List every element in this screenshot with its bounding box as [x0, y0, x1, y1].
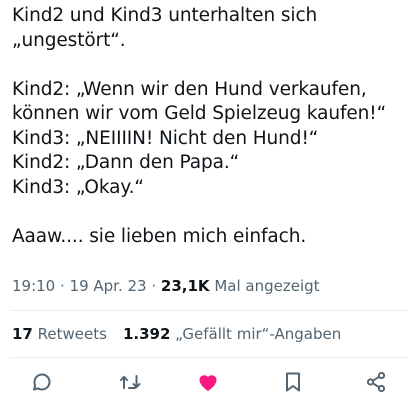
action-bar	[0, 368, 418, 400]
retweet-arrows-icon	[120, 375, 141, 389]
tweet-line: „ungestört“.	[12, 29, 126, 51]
meta-separator: ·	[146, 277, 161, 295]
retweet-button[interactable]	[116, 368, 144, 396]
divider	[10, 357, 408, 358]
engagement-stats: 17 Retweets 1.392 „Gefällt mir“-Angaben	[12, 324, 341, 344]
like-button[interactable]	[194, 368, 222, 396]
reply-button[interactable]	[28, 368, 56, 396]
tweet-line: können wir vom Geld Spielzeug kaufen!“	[12, 103, 387, 124]
tweet-date[interactable]: 19 Apr. 23	[70, 277, 147, 295]
tweet-line: Kind2: „Dann den Papa.“	[12, 152, 240, 173]
tweet-meta: 19:10 · 19 Apr. 23 · 23,1K Mal angezeigt	[12, 276, 320, 296]
bookmark-button[interactable]	[279, 368, 307, 396]
share-nodes-icon	[366, 371, 386, 393]
tweet-line: Kind2: „Wenn wir den Hund verkaufen,	[12, 78, 367, 100]
tweet-line: Kind3: „NEIIIIN! Nicht den Hund!“	[12, 127, 319, 149]
speech-bubble-icon	[33, 373, 51, 391]
divider	[10, 310, 408, 311]
tweet-line: Aaaw.... sie lieben mich einfach.	[12, 225, 307, 247]
heart-filled-icon	[199, 375, 217, 391]
tweet-time[interactable]: 19:10	[12, 277, 55, 295]
share-button[interactable]	[362, 368, 390, 396]
retweets-count[interactable]: 17	[12, 325, 33, 343]
tweet-line: Kind3: „Okay.“	[12, 176, 144, 198]
tweet-line: Kind2 und Kind3 unterhalten sich	[12, 5, 318, 26]
likes-count[interactable]: 1.392	[123, 325, 170, 343]
bookmark-icon	[286, 372, 300, 392]
retweets-label[interactable]: Retweets	[33, 325, 107, 343]
meta-separator: ·	[55, 277, 70, 295]
views-count[interactable]: 23,1K	[161, 277, 210, 295]
tweet-text: Kind2 und Kind3 unterhalten sich „ungest…	[12, 4, 412, 249]
views-label: Mal angezeigt	[209, 277, 320, 295]
likes-label[interactable]: „Gefällt mir“-Angaben	[170, 325, 341, 343]
